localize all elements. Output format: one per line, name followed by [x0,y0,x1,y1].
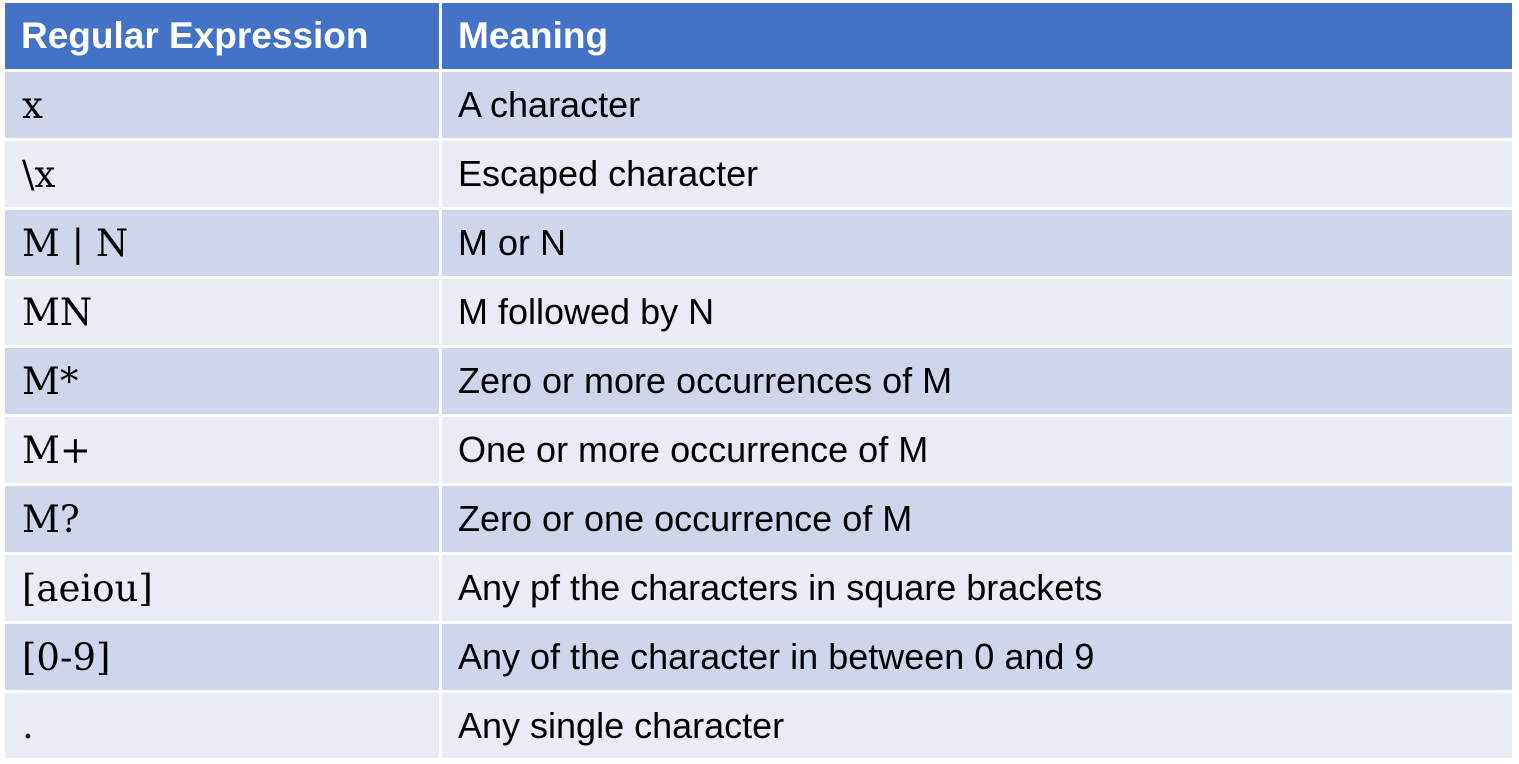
header-regular-expression: Regular Expression [5,3,442,72]
meaning-cell: Any pf the characters in square brackets [442,555,1512,624]
expression-cell: M+ [5,417,442,486]
meaning-cell: Any of the character in between 0 and 9 [442,624,1512,693]
table-row: \x Escaped character [5,141,1512,210]
meaning-cell: Any single character [442,693,1512,758]
table-row: M | N M or N [5,210,1512,279]
table-row: M? Zero or one occurrence of M [5,486,1512,555]
meaning-cell: Escaped character [442,141,1512,210]
header-row: Regular Expression Meaning [5,3,1512,72]
meaning-cell: Zero or one occurrence of M [442,486,1512,555]
expression-cell: M* [5,348,442,417]
expression-cell: x [5,72,442,141]
table-row: x A character [5,72,1512,141]
meaning-cell: One or more occurrence of M [442,417,1512,486]
expression-cell: MN [5,279,442,348]
meaning-cell: Zero or more occurrences of M [442,348,1512,417]
table-row: . Any single character [5,693,1512,758]
expression-cell: [0-9] [5,624,442,693]
table-row: [0-9] Any of the character in between 0 … [5,624,1512,693]
expression-cell: \x [5,141,442,210]
table-row: M* Zero or more occurrences of M [5,348,1512,417]
expression-cell: M | N [5,210,442,279]
expression-cell: . [5,693,442,758]
meaning-cell: M followed by N [442,279,1512,348]
expression-cell: [aeiou] [5,555,442,624]
header-meaning: Meaning [442,3,1512,72]
meaning-cell: M or N [442,210,1512,279]
meaning-cell: A character [442,72,1512,141]
expression-cell: M? [5,486,442,555]
table-row: M+ One or more occurrence of M [5,417,1512,486]
table-row: [aeiou] Any pf the characters in square … [5,555,1512,624]
regex-table: Regular Expression Meaning x A character… [5,3,1512,758]
table-row: MN M followed by N [5,279,1512,348]
